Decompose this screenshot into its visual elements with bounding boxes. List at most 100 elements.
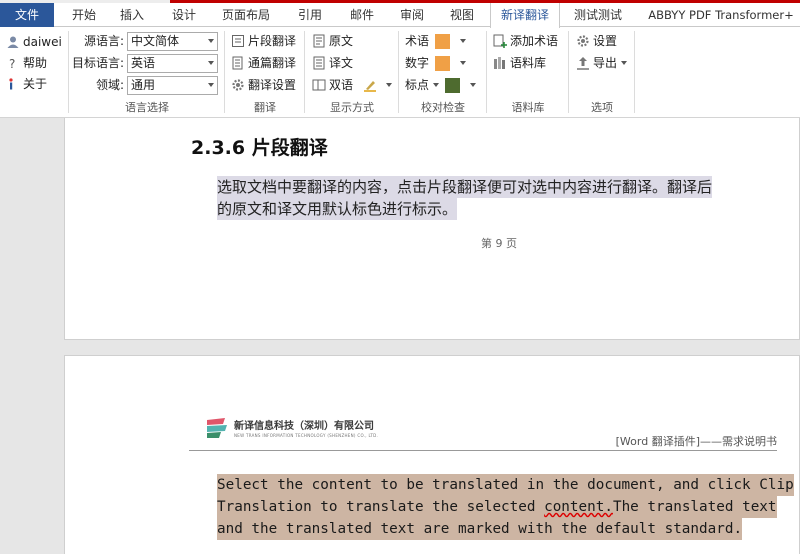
domain-select[interactable]: 通用 — [127, 76, 218, 95]
full-translate-icon — [232, 56, 243, 70]
punctuation-color-picker[interactable]: 标点 — [405, 75, 477, 95]
export-label: 导出 — [593, 56, 618, 70]
full-translate-button[interactable]: 通篇翻译 — [231, 53, 296, 73]
chevron-down-icon[interactable] — [460, 39, 467, 43]
domain-value: 通用 — [131, 78, 156, 92]
chevron-down-icon — [208, 83, 214, 87]
show-bilingual-label: 双语 — [329, 78, 354, 92]
chevron-down-icon[interactable] — [621, 61, 628, 65]
group-separator — [304, 31, 305, 113]
translate-settings-button[interactable]: 翻译设置 — [231, 75, 296, 95]
group-separator — [224, 31, 225, 113]
tab-home[interactable]: 开始 — [64, 3, 104, 27]
corpus-label: 语料库 — [510, 56, 547, 70]
zh-text-line[interactable]: 的原文和译文用默认标色进行标示。 — [217, 198, 458, 220]
tab-design[interactable]: 设计 — [164, 3, 204, 27]
about-button[interactable]: 关于 — [6, 74, 47, 94]
export-button[interactable]: 导出 — [576, 53, 628, 73]
show-translation-button[interactable]: 译文 — [312, 53, 353, 73]
punctuation-label: 标点 — [405, 78, 430, 92]
en-text-line[interactable]: and the translated text are marked with … — [217, 518, 743, 540]
company-name-en: NEW TRANS INFORMATION TECHNOLOGY (SHENZH… — [234, 433, 379, 438]
gear-icon — [232, 79, 244, 91]
clip-translate-icon — [232, 35, 244, 47]
corpus-books-icon — [494, 57, 505, 69]
ribbon-tab-bar: 文件 开始 插入 设计 页面布局 引用 邮件 审阅 视图 新译翻译 测试测试 A… — [0, 3, 800, 28]
display-group-label: 显示方式 — [330, 101, 374, 114]
export-icon — [577, 57, 589, 70]
tab-mailings[interactable]: 邮件 — [342, 3, 382, 27]
document-page[interactable]: 新译信息科技（深圳）有限公司 NEW TRANS INFORMATION TEC… — [64, 355, 800, 554]
bilingual-doc-icon — [312, 79, 326, 91]
clip-translate-button[interactable]: 片段翻译 — [231, 31, 296, 51]
company-logo-icon — [207, 418, 227, 438]
group-separator — [398, 31, 399, 113]
chevron-down-icon[interactable] — [386, 83, 393, 87]
tab-test[interactable]: 测试测试 — [566, 3, 630, 27]
page-number: 第 9 页 — [481, 237, 517, 250]
term-label: 术语 — [405, 34, 430, 48]
original-doc-icon — [313, 34, 325, 48]
spelling-error-word[interactable]: content. — [544, 499, 613, 515]
help-button[interactable]: ? 帮助 — [6, 53, 47, 73]
chevron-down-icon — [208, 39, 214, 43]
zh-text-line[interactable]: 选取文档中要翻译的内容，点击片段翻译便可对选中内容进行翻译。翻译后 — [217, 176, 713, 198]
group-separator — [634, 31, 635, 113]
show-original-button[interactable]: 原文 — [312, 31, 353, 51]
language-group-label: 语言选择 — [125, 101, 169, 114]
translate-group-label: 翻译 — [254, 101, 276, 114]
options-settings-button[interactable]: 设置 — [576, 31, 617, 51]
corpus-button[interactable]: 语料库 — [493, 53, 546, 73]
domain-label: 领域: — [95, 78, 124, 92]
source-language-value: 中文简体 — [131, 34, 180, 48]
number-label: 数字 — [405, 56, 430, 70]
en-line-head: Translation to translate the selected — [217, 499, 545, 515]
user-icon — [7, 36, 19, 48]
source-language-select[interactable]: 中文简体 — [127, 32, 218, 51]
add-term-label: 添加术语 — [510, 34, 559, 48]
number-color-picker[interactable]: 数字 — [405, 53, 467, 73]
corpus-group-label: 语料库 — [511, 101, 545, 114]
add-term-button[interactable]: 添加术语 — [493, 31, 558, 51]
highlighter-pen-icon[interactable] — [363, 78, 377, 92]
tab-references[interactable]: 引用 — [290, 3, 330, 27]
en-line-tail: The translated text — [612, 499, 777, 515]
gear-icon — [577, 35, 589, 47]
user-button[interactable]: daiwei — [6, 32, 62, 52]
document-area[interactable]: 2.3.6 片段翻译 选取文档中要翻译的内容，点击片段翻译便可对选中内容进行翻译… — [0, 118, 800, 554]
company-name: 新译信息科技（深圳）有限公司 — [234, 421, 374, 432]
chevron-down-icon[interactable] — [470, 83, 477, 87]
en-text-line[interactable]: Translation to translate the selected co… — [217, 496, 777, 518]
options-group-label: 选项 — [591, 101, 613, 114]
target-language-select[interactable]: 英语 — [127, 54, 218, 73]
tab-review[interactable]: 审阅 — [392, 3, 432, 27]
show-original-label: 原文 — [329, 34, 354, 48]
user-name: daiwei — [23, 35, 62, 49]
options-settings-label: 设置 — [593, 34, 618, 48]
group-separator — [568, 31, 569, 113]
target-language-label: 目标语言: — [71, 56, 124, 70]
document-page[interactable]: 2.3.6 片段翻译 选取文档中要翻译的内容，点击片段翻译便可对选中内容进行翻译… — [64, 118, 800, 340]
source-language-label: 源语言: — [83, 34, 124, 48]
chevron-down-icon[interactable] — [433, 83, 440, 87]
tab-view[interactable]: 视图 — [442, 3, 482, 27]
show-bilingual-button[interactable]: 双语 — [312, 75, 393, 95]
chevron-down-icon[interactable] — [460, 61, 467, 65]
target-language-value: 英语 — [131, 56, 156, 70]
en-text-line[interactable]: Select the content to be translated in t… — [217, 474, 794, 496]
ribbon: daiwei ? 帮助 关于 源语言: 中文简体 目标语言: 英语 领域: 通用… — [0, 27, 800, 118]
group-separator — [486, 31, 487, 113]
number-color-swatch — [435, 55, 451, 71]
tab-insert[interactable]: 插入 — [112, 3, 152, 27]
translation-doc-icon — [313, 56, 325, 70]
about-label: 关于 — [23, 77, 48, 91]
term-color-picker[interactable]: 术语 — [405, 31, 467, 51]
help-icon: ? — [9, 57, 15, 70]
full-translate-label: 通篇翻译 — [248, 56, 297, 70]
tab-abbyy[interactable]: ABBYY PDF Transformer+ — [642, 3, 800, 27]
clip-translate-label: 片段翻译 — [248, 34, 297, 48]
tab-file[interactable]: 文件 — [0, 3, 54, 27]
svg-text:?: ? — [9, 57, 15, 70]
tab-layout[interactable]: 页面布局 — [218, 3, 274, 27]
tab-translate[interactable]: 新译翻译 — [490, 3, 560, 28]
